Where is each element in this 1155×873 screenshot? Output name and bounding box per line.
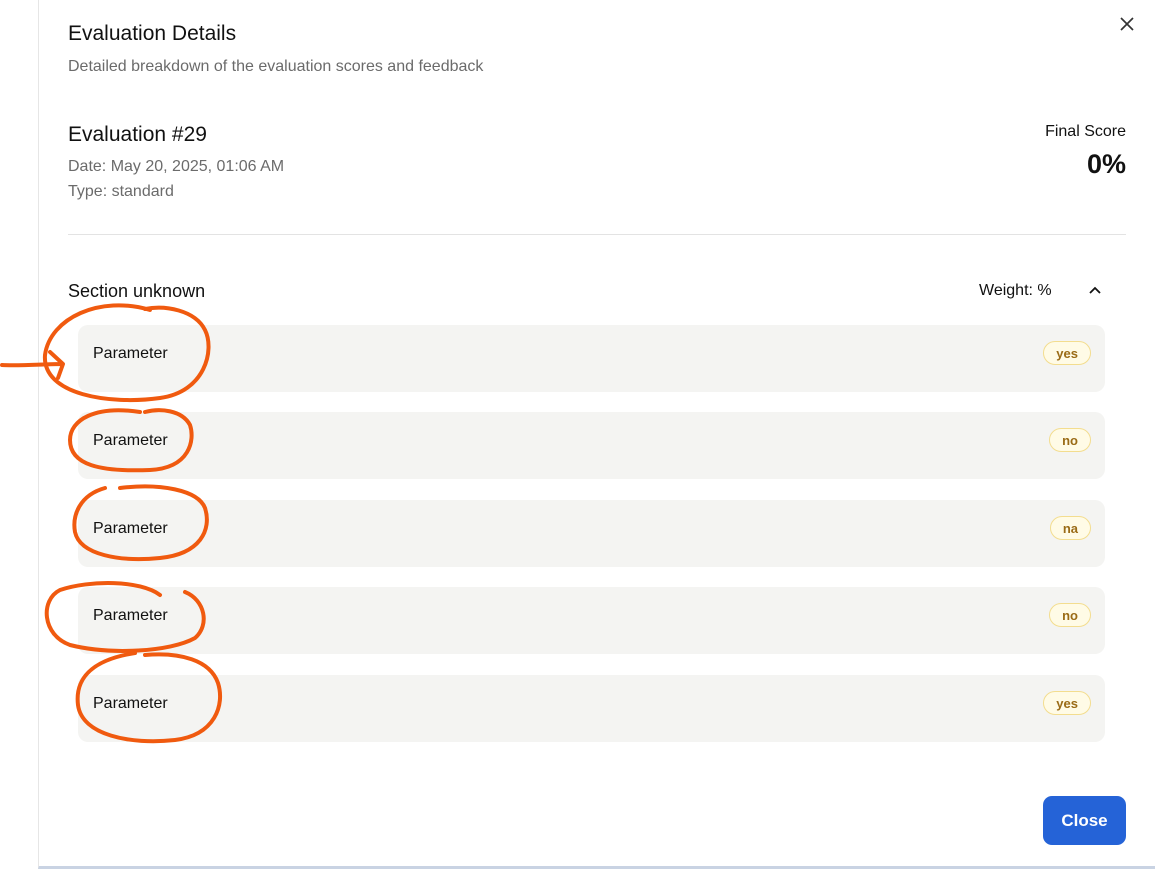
close-button[interactable]: Close (1043, 796, 1126, 845)
parameter-row[interactable]: Parameter yes (78, 325, 1105, 392)
answer-badge: no (1049, 428, 1091, 452)
parameter-label: Parameter (93, 432, 168, 449)
close-icon[interactable] (1117, 14, 1137, 34)
divider (68, 234, 1126, 235)
final-score-label: Final Score (1045, 123, 1126, 140)
section-weight: Weight: % (979, 282, 1052, 299)
dialog-title: Evaluation Details (68, 22, 237, 45)
evaluation-title: Evaluation #29 (68, 123, 207, 146)
answer-badge: yes (1043, 341, 1091, 365)
parameter-label: Parameter (93, 520, 168, 537)
parameter-row[interactable]: Parameter no (78, 587, 1105, 654)
parameter-row[interactable]: Parameter yes (78, 675, 1105, 742)
evaluation-date: Date: May 20, 2025, 01:06 AM (68, 158, 285, 175)
parameter-label: Parameter (93, 607, 168, 624)
parameter-row[interactable]: Parameter no (78, 412, 1105, 479)
answer-badge: na (1049, 516, 1091, 540)
section-title: Section unknown (68, 281, 206, 301)
parameter-label: Parameter (93, 695, 168, 712)
parameter-label: Parameter (93, 345, 168, 362)
evaluation-dialog: Evaluation Details Detailed breakdown of… (38, 0, 1155, 869)
final-score-value: 0% (1086, 149, 1126, 179)
parameter-row[interactable]: Parameter na (78, 500, 1105, 567)
answer-badge: yes (1043, 691, 1091, 715)
answer-badge: no (1049, 603, 1091, 627)
evaluation-type: Type: standard (68, 183, 174, 200)
chevron-up-icon[interactable] (1086, 282, 1104, 300)
dialog-subtitle: Detailed breakdown of the evaluation sco… (68, 58, 484, 75)
